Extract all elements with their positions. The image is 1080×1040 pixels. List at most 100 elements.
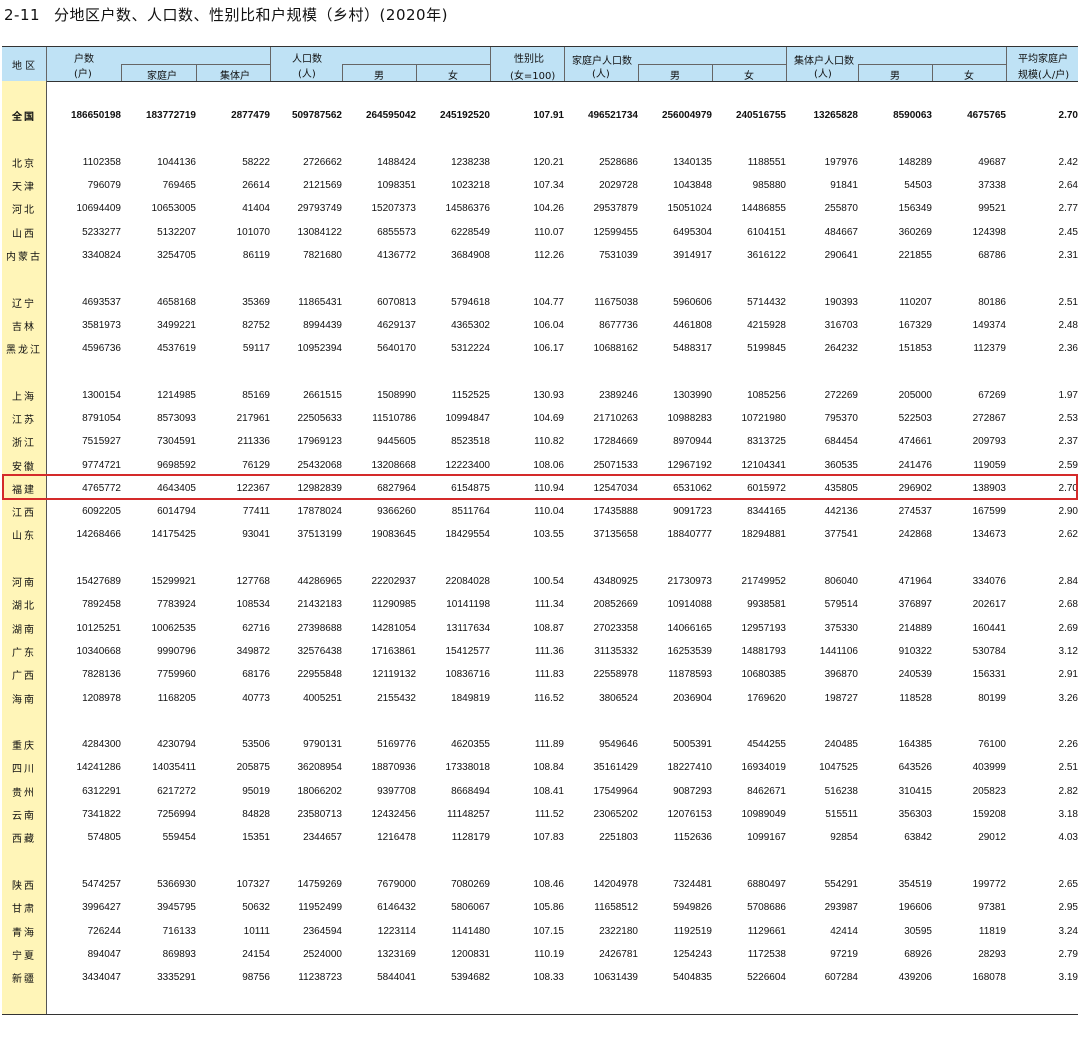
table-cell: 108.46 bbox=[533, 878, 564, 890]
table-cell: 105.86 bbox=[533, 902, 564, 914]
table-cell: 149374 bbox=[972, 319, 1006, 331]
table-cell: 684454 bbox=[824, 436, 858, 448]
table-cell: 726244 bbox=[87, 925, 121, 937]
table-cell: 5404835 bbox=[673, 972, 712, 984]
table-cell: 3.26 bbox=[1058, 692, 1078, 704]
table-cell: 10836716 bbox=[445, 669, 491, 681]
table-cell: 11952499 bbox=[298, 902, 342, 914]
table-cell: 108.33 bbox=[533, 972, 564, 984]
table-cell: 375330 bbox=[824, 622, 858, 634]
table-cell: 10141198 bbox=[446, 599, 490, 611]
region-name: 上海 bbox=[12, 391, 36, 403]
table-cell: 1152636 bbox=[673, 832, 712, 844]
table-cell: 2661515 bbox=[303, 389, 342, 401]
region-name: 宁夏 bbox=[12, 950, 36, 962]
table-row: 江苏 8791054 8573093 217961 22505633 11510786 10… bbox=[2, 407, 1078, 430]
region-name: 青海 bbox=[12, 927, 36, 939]
table-cell: 124398 bbox=[972, 226, 1006, 238]
table-cell: 7679000 bbox=[377, 878, 416, 890]
table-cell: 12223400 bbox=[445, 459, 491, 471]
table-cell: 3616122 bbox=[747, 249, 786, 261]
table-cell: 2426781 bbox=[599, 948, 638, 960]
table-cell: 10111 bbox=[243, 925, 270, 937]
table-cell: 5714432 bbox=[747, 296, 786, 308]
table-cell: 474661 bbox=[898, 436, 932, 448]
table-cell: 7759960 bbox=[157, 669, 196, 681]
table-cell: 106.04 bbox=[533, 319, 564, 331]
table-cell: 769465 bbox=[162, 180, 196, 192]
table-cell: 18429554 bbox=[445, 529, 491, 541]
table-cell: 99521 bbox=[978, 203, 1006, 215]
table-cell: 76100 bbox=[978, 739, 1006, 751]
table-cell: 10721980 bbox=[741, 413, 787, 424]
table-cell: 32576438 bbox=[297, 645, 343, 657]
table-cell: 5960606 bbox=[673, 296, 712, 308]
table-cell: 795370 bbox=[824, 413, 858, 424]
table-cell: 14586376 bbox=[445, 203, 491, 215]
table-cell: 29012 bbox=[978, 832, 1006, 844]
table-cell: 217961 bbox=[236, 413, 270, 424]
table-cell: 40773 bbox=[242, 692, 270, 704]
table-number: 2-11 bbox=[4, 6, 41, 24]
table-cell: 53506 bbox=[242, 739, 270, 751]
table-cell: 9990796 bbox=[157, 645, 196, 657]
table-cell: 4643405 bbox=[157, 482, 196, 494]
table-row: 全国 186650198 183772719 2877479 509787562 2645… bbox=[2, 104, 1078, 127]
table-cell: 148289 bbox=[898, 156, 932, 168]
table-cell: 515511 bbox=[825, 809, 858, 821]
table-cell: 10952394 bbox=[297, 343, 343, 355]
table-cell: 205823 bbox=[972, 785, 1006, 797]
table-cell: 985880 bbox=[752, 180, 786, 192]
table-cell: 8511764 bbox=[451, 506, 490, 518]
table-cell: 11675038 bbox=[594, 296, 638, 308]
table-cell: 12599455 bbox=[593, 226, 639, 238]
table-cell: 1323169 bbox=[377, 948, 416, 960]
table-row: 四川 14241286 14035411 205875 36208954 18870936… bbox=[2, 756, 1078, 779]
table-cell: 159208 bbox=[972, 809, 1006, 821]
table-cell: 11819 bbox=[978, 925, 1006, 937]
table-cell: 13265828 bbox=[813, 110, 859, 122]
table-cell: 21710263 bbox=[593, 413, 639, 424]
table-cell: 9397708 bbox=[377, 785, 416, 797]
table-cell: 1085256 bbox=[747, 389, 786, 401]
table-cell: 293987 bbox=[824, 902, 858, 914]
table-cell: 3434047 bbox=[82, 972, 121, 984]
table-cell: 13084122 bbox=[297, 226, 343, 238]
table-cell: 28293 bbox=[978, 948, 1006, 960]
table-cell: 11290985 bbox=[372, 599, 416, 611]
table-row: 江西 6092205 6014794 77411 17878024 9366260 8511… bbox=[2, 500, 1078, 523]
table-cell: 151853 bbox=[898, 343, 932, 355]
region-name: 贵州 bbox=[12, 787, 36, 799]
table-cell: 509787562 bbox=[291, 110, 342, 122]
table-row: 甘肃 3996427 3945795 50632 11952499 6146432 5806… bbox=[2, 896, 1078, 919]
table-cell: 255870 bbox=[824, 203, 858, 215]
table-cell: 8668494 bbox=[451, 785, 490, 797]
region-name: 浙江 bbox=[12, 438, 36, 450]
table-cell: 10653005 bbox=[151, 203, 197, 215]
table-cell: 214889 bbox=[898, 622, 932, 634]
table-cell: 14066165 bbox=[667, 622, 713, 634]
table-cell: 19083645 bbox=[371, 529, 417, 541]
region-name: 广东 bbox=[12, 647, 36, 659]
table-cell: 2.68 bbox=[1058, 599, 1078, 611]
table-row: 浙江 7515927 7304591 211336 17969123 9445605 852… bbox=[2, 430, 1078, 453]
table-cell: 17284669 bbox=[593, 436, 639, 448]
table-cell: 1129661 bbox=[747, 925, 786, 937]
table-row: 陕西 5474257 5366930 107327 14759269 7679000 708… bbox=[2, 873, 1078, 896]
table-cell: 4215928 bbox=[747, 319, 786, 331]
table-cell: 4596736 bbox=[82, 343, 121, 355]
table-row: 广西 7828136 7759960 68176 22955848 12119132 108… bbox=[2, 663, 1078, 686]
table-cell: 3996427 bbox=[82, 902, 121, 914]
table-cell: 256004979 bbox=[661, 110, 712, 122]
table-cell: 108.06 bbox=[533, 459, 564, 471]
table-cell: 9087293 bbox=[673, 785, 712, 797]
table-cell: 5199845 bbox=[747, 343, 786, 355]
table-cell: 1152525 bbox=[451, 389, 490, 401]
table-cell: 10688162 bbox=[593, 343, 639, 355]
table-cell: 108.87 bbox=[533, 622, 564, 634]
table-cell: 6228549 bbox=[451, 226, 490, 238]
region-name: 天津 bbox=[12, 182, 36, 194]
table-cell: 6495304 bbox=[673, 226, 712, 238]
table-cell: 1441106 bbox=[819, 645, 858, 657]
table-row: 广东 10340668 9990796 349872 32576438 17163861 1… bbox=[2, 640, 1078, 663]
